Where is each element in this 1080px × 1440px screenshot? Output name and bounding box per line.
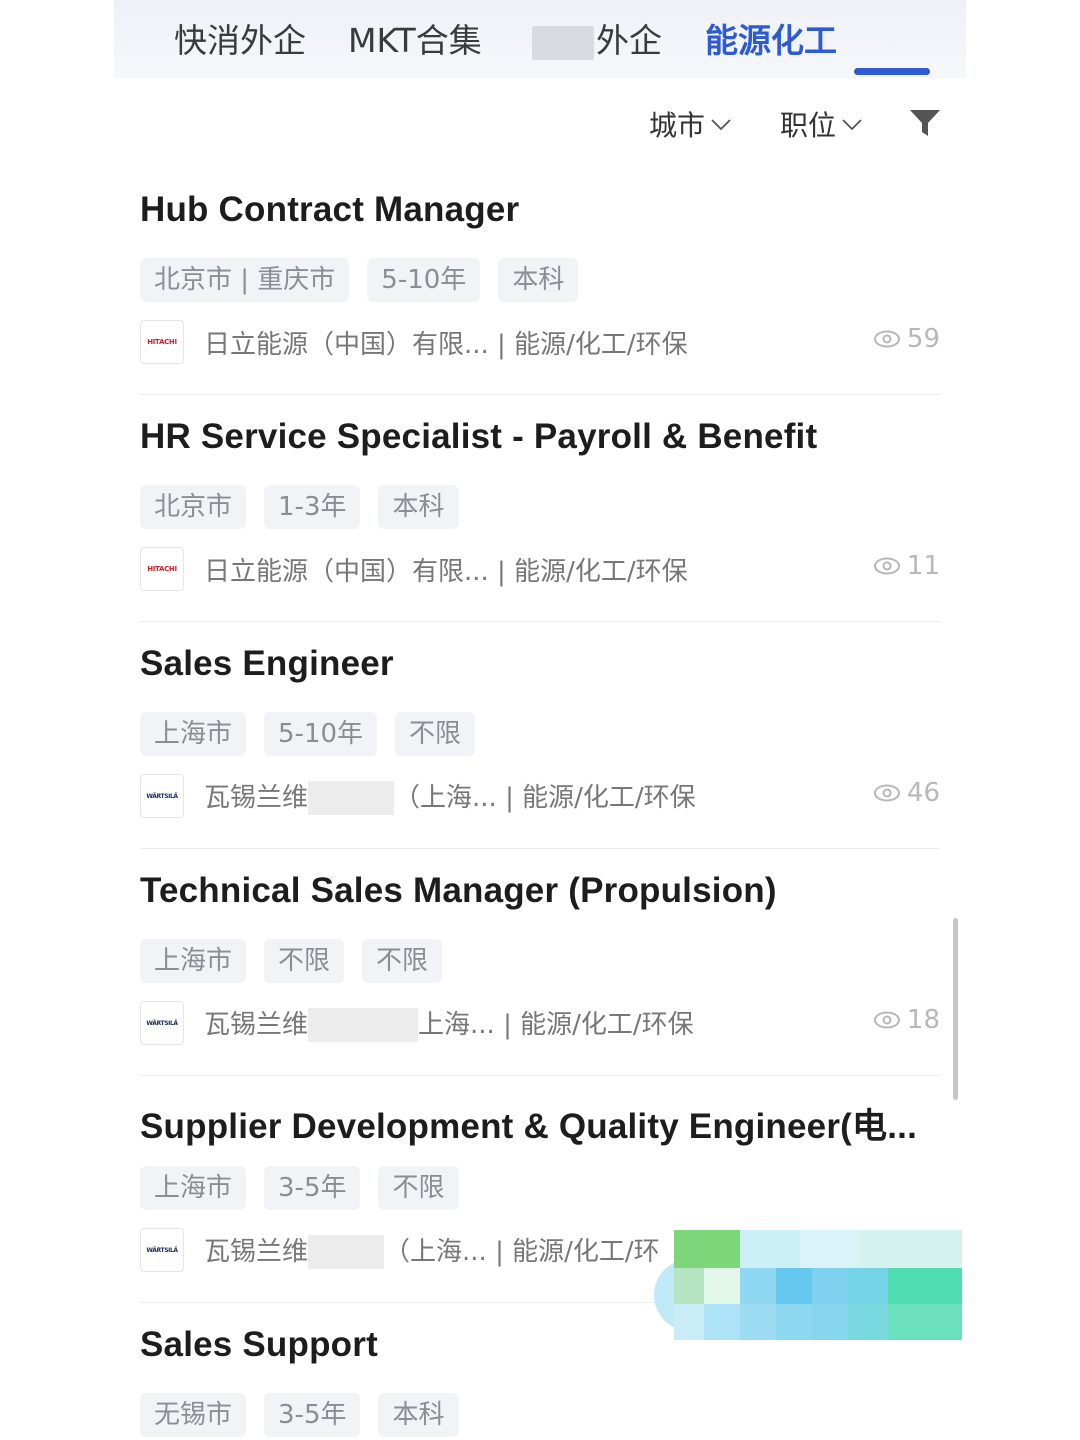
scrollbar[interactable] [953,918,958,1100]
tag-location: 上海市 [140,1166,247,1210]
job-tags: 北京市 | 重庆市 5-10年 本科 [140,258,579,302]
view-count: 18 [873,1005,940,1035]
tag-location: 北京市 | 重庆市 [140,258,350,302]
tab-fmcg-foreign[interactable]: 快消外企 [174,14,306,62]
company-logo: HITACHI [140,320,184,364]
company-name: 日立能源（中国）有限... | 能源/化工/环保 [204,556,688,587]
tag-experience: 5-10年 [264,712,378,756]
job-tags: 上海市 3-5年 不限 [140,1166,459,1210]
job-title: Technical Sales Manager (Propulsion) [140,871,777,910]
tab-mkt-collection[interactable]: MKT合集 [348,14,482,62]
tag-location: 上海市 [140,939,247,983]
active-tab-indicator [854,68,930,75]
position-filter-label: 职位 [780,109,837,142]
category-tab-bar: 快消外企 MKT合集 外企 能源化工 [114,0,966,78]
job-card[interactable]: Sales Engineer 上海市 5-10年 不限 WÄRTSILÄ 瓦锡兰… [140,644,940,818]
company-logo: WÄRTSILÄ [140,1228,184,1272]
view-count: 46 [873,778,940,808]
tab-foreign[interactable]: 外企 [532,14,662,62]
view-count: 11 [873,551,940,581]
tag-experience: 不限 [264,939,345,983]
divider [140,394,940,395]
company-row: HITACHI 日立能源（中国）有限... | 能源/化工/环保 59 [140,320,940,364]
redacted-block [308,781,395,816]
job-card[interactable]: Supplier Development & Quality Engineer(… [140,1098,940,1272]
view-count-value: 46 [906,778,940,808]
eye-icon [873,1011,900,1029]
redacted-block [308,1235,385,1270]
tag-experience: 5-10年 [367,258,481,302]
company-name: 瓦锡兰维 （上海... | 能源/化工/环保 [204,777,696,816]
eye-icon [873,330,900,348]
tag-experience: 1-3年 [264,485,361,529]
redacted-block [532,25,594,60]
tag-location: 无锡市 [140,1393,247,1437]
tag-education: 不限 [395,712,476,756]
divider [140,848,940,849]
tag-education: 本科 [378,1393,459,1437]
job-tags: 上海市 不限 不限 [140,939,443,983]
tag-education: 本科 [498,258,579,302]
chevron-down-icon [842,119,862,131]
job-card[interactable]: Technical Sales Manager (Propulsion) 上海市… [140,871,940,1045]
company-logo: WÄRTSILÄ [140,774,184,818]
view-count-value: 11 [906,551,940,581]
funnel-icon[interactable] [908,106,942,140]
job-title: Sales Engineer [140,644,394,683]
eye-icon [873,557,900,575]
tag-education: 不限 [378,1166,459,1210]
company-name: 日立能源（中国）有限... | 能源/化工/环保 [204,329,688,360]
city-filter-label: 城市 [649,109,706,142]
pixelated-overlay [654,1230,962,1340]
divider [140,1075,940,1076]
company-logo: HITACHI [140,547,184,591]
company-logo: WÄRTSILÄ [140,1001,184,1045]
tag-location: 上海市 [140,712,247,756]
company-name: 瓦锡兰维 （上海... | 能源/化工/环 [204,1231,660,1270]
view-count: 59 [873,324,940,354]
view-count-value: 18 [906,1005,940,1035]
job-tags: 北京市 1-3年 本科 [140,485,459,529]
tag-location: 北京市 [140,485,247,529]
job-card[interactable]: Hub Contract Manager 北京市 | 重庆市 5-10年 本科 … [140,190,940,364]
tag-experience: 3-5年 [264,1166,361,1210]
position-filter[interactable]: 职位 [780,104,864,144]
job-tags: 无锡市 3-5年 本科 [140,1393,459,1437]
job-tags: 上海市 5-10年 不限 [140,712,476,756]
job-title: Hub Contract Manager [140,190,520,229]
company-row: HITACHI 日立能源（中国）有限... | 能源/化工/环保 11 [140,547,940,591]
view-count-value: 59 [906,324,940,354]
divider [140,621,940,622]
job-title: HR Service Specialist - Payroll & Benefi… [140,417,818,456]
tab-label: 外企 [596,21,662,60]
company-name: 瓦锡兰维 上海... | 能源/化工/环保 [204,1004,694,1043]
city-filter[interactable]: 城市 [649,104,733,144]
tag-education: 不限 [362,939,443,983]
job-title: Supplier Development & Quality Engineer(… [140,1107,917,1146]
tag-experience: 3-5年 [264,1393,361,1437]
company-row: WÄRTSILÄ 瓦锡兰维 （上海... | 能源/化工/环保 46 [140,774,940,818]
job-card[interactable]: HR Service Specialist - Payroll & Benefi… [140,417,940,591]
tag-education: 本科 [378,485,459,529]
chevron-down-icon [711,119,731,131]
tab-energy-chemical[interactable]: 能源化工 [705,14,837,62]
eye-icon [873,784,900,802]
company-row: WÄRTSILÄ 瓦锡兰维 上海... | 能源/化工/环保 18 [140,1001,940,1045]
redacted-block [308,1008,419,1043]
